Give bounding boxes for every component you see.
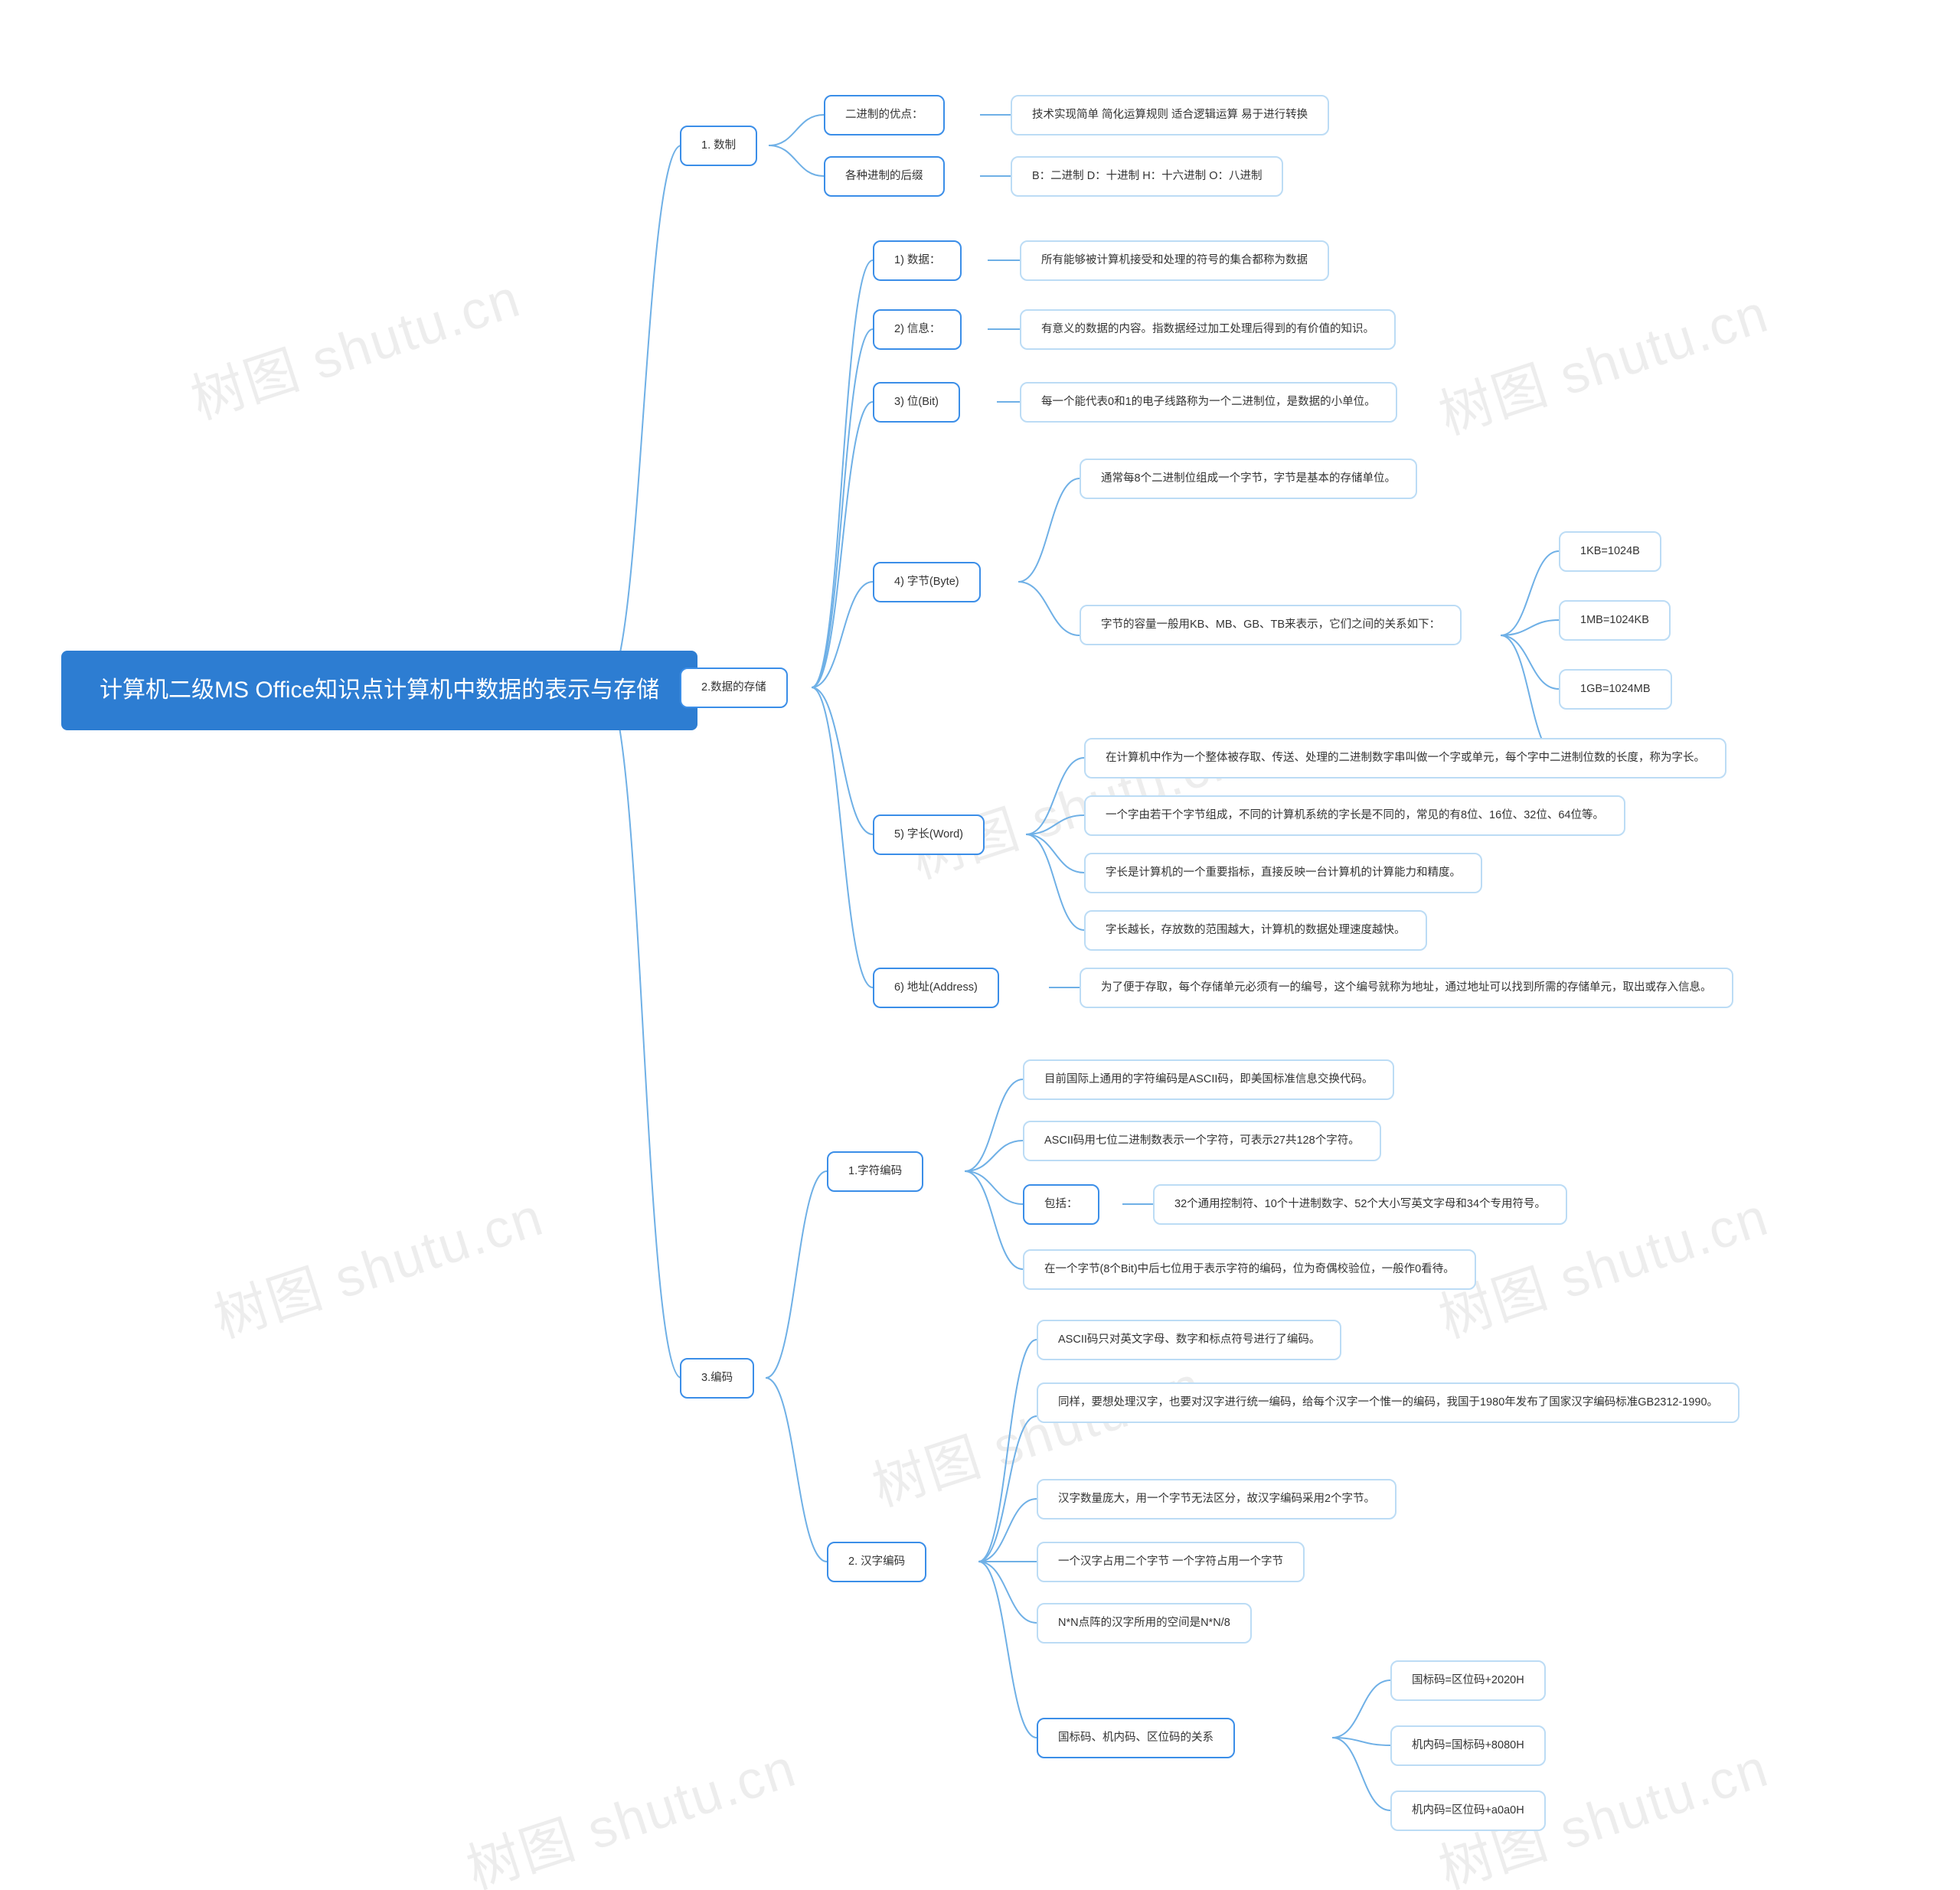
leaf-hanzi-e3: 机内码=区位码+a0a0H xyxy=(1390,1790,1546,1831)
node-hanzi-encoding-label: 2. 汉字编码 xyxy=(827,1542,926,1582)
leaf-byte-d1: 通常每8个二进制位组成一个字节，字节是基本的存储单位。 xyxy=(1080,459,1417,499)
node-hanzi-d6-label: 国标码、机内码、区位码的关系 xyxy=(1037,1718,1235,1758)
node-word-label: 5) 字长(Word) xyxy=(873,814,985,855)
node-info-label: 2) 信息： xyxy=(873,309,962,350)
leaf-hanzi-d5: N*N点阵的汉字所用的空间是N*N/8 xyxy=(1037,1603,1252,1644)
node-radix-suffix-label: 各种进制的后缀 xyxy=(824,156,945,197)
watermark: 树图 shutu.cn xyxy=(1428,271,1776,450)
node-byte-label: 4) 字节(Byte) xyxy=(873,562,981,602)
leaf-address-def: 为了便于存取，每个存储单元必须有一的编号，这个编号就称为地址，通过地址可以找到所… xyxy=(1080,968,1733,1008)
leaf-info-def: 有意义的数据的内容。指数据经过加工处理后得到的有价值的知识。 xyxy=(1020,309,1396,350)
leaf-char-d4: 在一个字节(8个Bit)中后七位用于表示字符的编码，位为奇偶校验位，一般作0看待… xyxy=(1023,1249,1476,1290)
leaf-data-def: 所有能够被计算机接受和处理的符号的集合都称为数据 xyxy=(1020,240,1329,281)
node-binary-advantage-label: 二进制的优点： xyxy=(824,95,945,135)
leaf-char-d1: 目前国际上通用的字符编码是ASCII码，即美国标准信息交换代码。 xyxy=(1023,1059,1394,1100)
root-node: 计算机二级MS Office知识点计算机中数据的表示与存储 xyxy=(61,651,697,730)
leaf-char-d3r: 32个通用控制符、10个十进制数字、52个大小写英文字母和34个专用符号。 xyxy=(1153,1184,1567,1225)
node-data-label: 1) 数据： xyxy=(873,240,962,281)
leaf-word-d3: 字长是计算机的一个重要指标，直接反映一台计算机的计算能力和精度。 xyxy=(1084,853,1482,893)
leaf-byte-d2: 字节的容量一般用KB、MB、GB、TB来表示，它们之间的关系如下： xyxy=(1080,605,1462,645)
node-bit-label: 3) 位(Bit) xyxy=(873,382,960,423)
leaf-word-d4: 字长越长，存放数的范围越大，计算机的数据处理速度越快。 xyxy=(1084,910,1427,951)
watermark: 树图 shutu.cn xyxy=(456,1725,804,1890)
leaf-kb: 1KB=1024B xyxy=(1559,531,1661,572)
leaf-radix-suffix: B：二进制 D：十进制 H：十六进制 O：八进制 xyxy=(1011,156,1283,197)
connectors xyxy=(0,0,1960,1890)
leaf-hanzi-d1: ASCII码只对英文字母、数字和标点符号进行了编码。 xyxy=(1037,1320,1341,1360)
leaf-char-d2: ASCII码用七位二进制数表示一个字符，可表示27共128个字符。 xyxy=(1023,1121,1381,1161)
node-char-encoding-label: 1.字符编码 xyxy=(827,1151,923,1192)
leaf-gb: 1GB=1024MB xyxy=(1559,669,1672,710)
leaf-word-d1: 在计算机中作为一个整体被存取、传送、处理的二进制数字串叫做一个字或单元，每个字中… xyxy=(1084,738,1726,779)
leaf-hanzi-e1: 国标码=区位码+2020H xyxy=(1390,1660,1546,1701)
leaf-mb: 1MB=1024KB xyxy=(1559,600,1671,641)
node-address-label: 6) 地址(Address) xyxy=(873,968,999,1008)
watermark: 树图 shutu.cn xyxy=(203,1174,551,1353)
branch-encoding: 3.编码 xyxy=(680,1358,754,1399)
leaf-word-d2: 一个字由若干个字节组成，不同的计算机系统的字长是不同的，常见的有8位、16位、3… xyxy=(1084,795,1625,836)
leaf-hanzi-d3: 汉字数量庞大，用一个字节无法区分，故汉字编码采用2个字节。 xyxy=(1037,1479,1396,1520)
leaf-hanzi-e2: 机内码=国标码+8080H xyxy=(1390,1725,1546,1766)
node-char-d3l: 包括： xyxy=(1023,1184,1099,1225)
leaf-bit-def: 每一个能代表0和1的电子线路称为一个二进制位，是数据的小单位。 xyxy=(1020,382,1397,423)
leaf-hanzi-d2: 同样，要想处理汉字，也要对汉字进行统一编码，给每个汉字一个惟一的编码，我国于19… xyxy=(1037,1382,1740,1423)
branch-data-storage: 2.数据的存储 xyxy=(680,668,788,708)
leaf-binary-advantage: 技术实现简单 简化运算规则 适合逻辑运算 易于进行转换 xyxy=(1011,95,1329,135)
leaf-hanzi-d4: 一个汉字占用二个字节 一个字符占用一个字节 xyxy=(1037,1542,1305,1582)
branch-numeral-system: 1. 数制 xyxy=(680,126,757,166)
watermark: 树图 shutu.cn xyxy=(180,256,528,435)
